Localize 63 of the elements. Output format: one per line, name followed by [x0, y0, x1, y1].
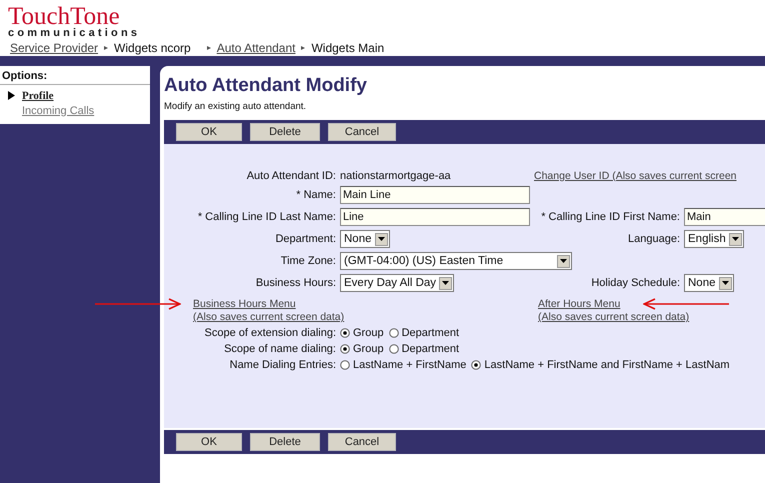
radio-label: Department [402, 343, 460, 355]
caret-icon [378, 237, 384, 241]
field-label: Auto Attendant ID: [246, 170, 337, 182]
caret-icon [560, 259, 567, 263]
field-value: nationstarmortgage-aa [340, 170, 452, 182]
field-label: Holiday Schedule: [590, 277, 681, 289]
action-button[interactable]: OK [176, 433, 242, 451]
radio-label: LastName + FirstName [353, 359, 466, 371]
radio-button[interactable] [340, 360, 350, 370]
input-field[interactable]: Line [340, 208, 530, 226]
action-button[interactable]: Delete [250, 123, 320, 141]
menu-link[interactable]: Business Hours Menu [193, 298, 538, 310]
dropdown[interactable]: English [684, 230, 744, 248]
dropdown[interactable]: None [340, 230, 390, 248]
menu-link[interactable]: After Hours Menu [538, 298, 690, 310]
dropdown[interactable]: (GMT-04:00) (US) Easten Time [340, 252, 572, 270]
field-label: * Calling Line ID First Name: [540, 211, 681, 223]
field-label: Business Hours: [254, 277, 337, 289]
breadcrumb-text: Widgets Main [311, 41, 384, 55]
dropdown[interactable]: None [684, 274, 734, 292]
chevron-icon [102, 44, 110, 52]
field-label: Department: [274, 233, 337, 245]
page-title: Auto Attendant Modify [164, 75, 368, 97]
caret-icon [442, 281, 450, 285]
radio-label: Department [402, 327, 460, 339]
action-button[interactable]: OK [176, 123, 242, 141]
input-field[interactable]: Main [684, 208, 765, 226]
action-button[interactable]: Cancel [328, 123, 396, 141]
dropdown[interactable]: Every Day All Day [340, 274, 454, 292]
caret-icon [722, 281, 728, 285]
field-label: Name Dialing Entries: [228, 359, 337, 371]
menu-link-note[interactable]: (Also saves current screen data) [193, 311, 538, 323]
change-user-id-link[interactable]: Change User ID (Also saves current screen [534, 170, 736, 182]
logo-name: TouchTone [8, 6, 120, 28]
field-label: Language: [627, 233, 681, 245]
radio-button[interactable] [388, 328, 399, 338]
sidebar-link[interactable]: Profile [22, 90, 54, 102]
radio-label: Group [353, 343, 384, 355]
breadcrumb-text: Widgets ncorp [114, 41, 191, 55]
radio-label: LastName + FirstName and FirstName + LastNam [484, 359, 730, 371]
sidebar-heading: Options: [0, 70, 150, 85]
chevron-icon [299, 44, 308, 52]
caret-icon [732, 237, 739, 241]
menu-link-note[interactable]: (Also saves current screen data) [538, 311, 690, 323]
radio-button[interactable] [340, 328, 350, 338]
field-label: Scope of name dialing: [223, 343, 337, 355]
input-field[interactable]: Main Line [340, 186, 530, 204]
action-button[interactable]: Delete [250, 433, 320, 451]
radio-button[interactable] [388, 344, 399, 354]
field-label: * Calling Line ID Last Name: [196, 211, 337, 223]
sidebar-link[interactable]: Incoming Calls [22, 104, 94, 116]
radio-button[interactable] [471, 360, 482, 370]
action-button[interactable]: Cancel [328, 433, 396, 451]
radio-label: Group [353, 327, 384, 339]
field-label: Scope of extension dialing: [204, 327, 337, 339]
breadcrumb-link[interactable]: Auto Attendant [216, 41, 296, 55]
radio-button[interactable] [340, 344, 350, 354]
field-label: * Name: [295, 189, 337, 201]
page-description: Modify an existing auto attendant. [164, 101, 308, 112]
logo-tagline: communications [8, 28, 140, 39]
chevron-icon [204, 44, 213, 52]
field-label: Time Zone: [280, 255, 337, 267]
breadcrumb-link[interactable]: Service Provider [10, 41, 98, 55]
